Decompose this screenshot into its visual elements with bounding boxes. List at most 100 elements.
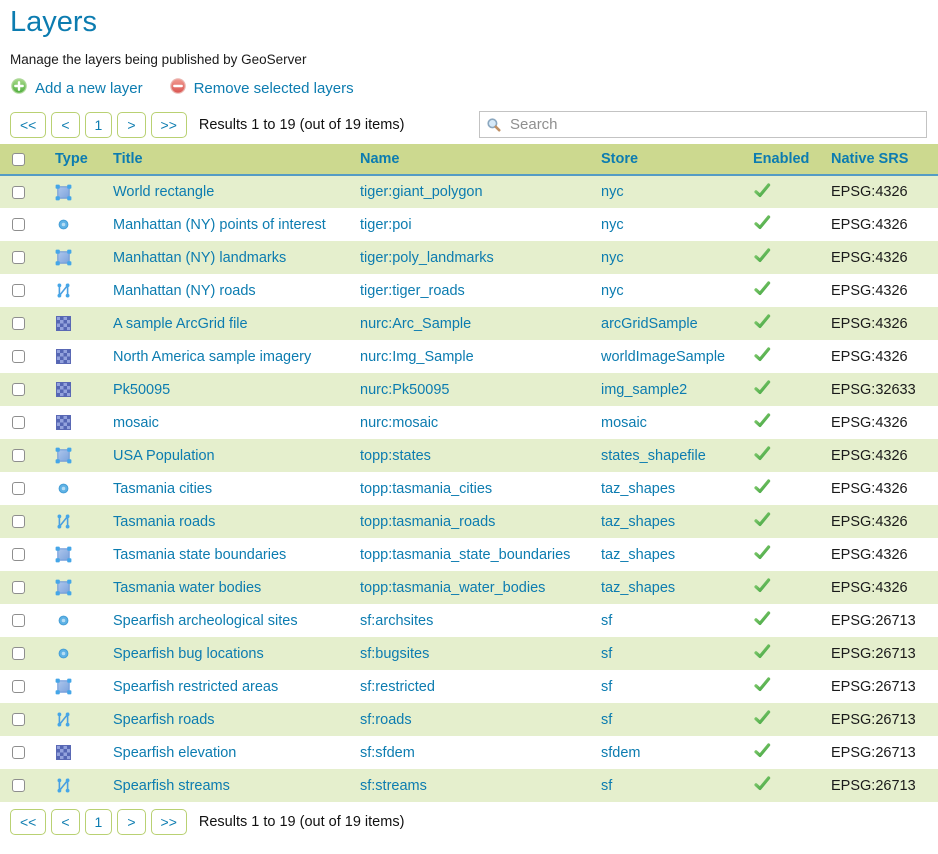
- row-checkbox[interactable]: [12, 614, 25, 627]
- layer-title-link[interactable]: Tasmania state boundaries: [113, 547, 286, 563]
- layer-title-cell: Pk50095: [105, 373, 352, 406]
- layer-name-link[interactable]: topp:tasmania_cities: [360, 481, 492, 497]
- layer-store-link[interactable]: arcGridSample: [601, 316, 698, 332]
- layer-name-link[interactable]: tiger:tiger_roads: [360, 283, 465, 299]
- row-checkbox[interactable]: [12, 515, 25, 528]
- layer-name-link[interactable]: tiger:poi: [360, 217, 412, 233]
- row-checkbox[interactable]: [12, 449, 25, 462]
- layer-name-link[interactable]: nurc:Img_Sample: [360, 349, 474, 365]
- layer-title-link[interactable]: Tasmania cities: [113, 481, 212, 497]
- layer-name-link[interactable]: topp:tasmania_water_bodies: [360, 580, 545, 596]
- layer-store-link[interactable]: sf: [601, 613, 612, 629]
- layer-store-link[interactable]: worldImageSample: [601, 349, 725, 365]
- layer-store-link[interactable]: states_shapefile: [601, 448, 706, 464]
- line-type-icon: [55, 777, 72, 794]
- layer-title-link[interactable]: North America sample imagery: [113, 349, 311, 365]
- layer-title-link[interactable]: Manhattan (NY) landmarks: [113, 250, 286, 266]
- layer-name-link[interactable]: sf:restricted: [360, 679, 435, 695]
- column-header-enabled[interactable]: Enabled: [745, 144, 823, 175]
- layer-title-link[interactable]: Manhattan (NY) roads: [113, 283, 256, 299]
- layer-name-link[interactable]: tiger:poly_landmarks: [360, 250, 494, 266]
- layer-name-link[interactable]: nurc:Arc_Sample: [360, 316, 471, 332]
- row-checkbox[interactable]: [12, 581, 25, 594]
- column-header-store[interactable]: Store: [593, 144, 745, 175]
- pager-last-button[interactable]: >>: [151, 809, 187, 835]
- row-checkbox[interactable]: [12, 317, 25, 330]
- layer-store-link[interactable]: mosaic: [601, 415, 647, 431]
- column-header-title[interactable]: Title: [105, 144, 352, 175]
- layer-title-link[interactable]: Spearfish bug locations: [113, 646, 264, 662]
- remove-selected-layers-link[interactable]: Remove selected layers: [169, 77, 354, 99]
- layer-title-link[interactable]: Spearfish streams: [113, 778, 230, 794]
- layer-name-link[interactable]: nurc:Pk50095: [360, 382, 449, 398]
- row-checkbox[interactable]: [12, 779, 25, 792]
- layer-store-link[interactable]: sfdem: [601, 745, 641, 761]
- layer-store-link[interactable]: nyc: [601, 217, 624, 233]
- layer-store-link[interactable]: sf: [601, 646, 612, 662]
- layer-title-link[interactable]: Pk50095: [113, 382, 170, 398]
- line-type-icon: [55, 513, 72, 530]
- layer-store-link[interactable]: sf: [601, 712, 612, 728]
- row-checkbox[interactable]: [12, 350, 25, 363]
- row-checkbox[interactable]: [12, 383, 25, 396]
- layer-store-link[interactable]: nyc: [601, 283, 624, 299]
- layer-name-link[interactable]: topp:states: [360, 448, 431, 464]
- layer-title-link[interactable]: Manhattan (NY) points of interest: [113, 217, 326, 233]
- row-checkbox[interactable]: [12, 218, 25, 231]
- pager-page-button[interactable]: 1: [85, 809, 113, 835]
- pager-first-button[interactable]: <<: [10, 112, 46, 138]
- layer-name-link[interactable]: tiger:giant_polygon: [360, 184, 483, 200]
- layer-name-link[interactable]: sf:sfdem: [360, 745, 415, 761]
- layer-store-link[interactable]: nyc: [601, 184, 624, 200]
- column-header-name[interactable]: Name: [352, 144, 593, 175]
- layer-store-link[interactable]: taz_shapes: [601, 547, 675, 563]
- layer-name-link[interactable]: sf:roads: [360, 712, 412, 728]
- layer-store-link[interactable]: nyc: [601, 250, 624, 266]
- layer-name-link[interactable]: nurc:mosaic: [360, 415, 438, 431]
- row-checkbox[interactable]: [12, 746, 25, 759]
- layer-title-link[interactable]: mosaic: [113, 415, 159, 431]
- row-checkbox[interactable]: [12, 548, 25, 561]
- row-checkbox[interactable]: [12, 680, 25, 693]
- pager-last-button[interactable]: >>: [151, 112, 187, 138]
- pager-page-button[interactable]: 1: [85, 112, 113, 138]
- layer-store-link[interactable]: taz_shapes: [601, 481, 675, 497]
- layer-type-cell: [47, 208, 105, 241]
- pager-next-button[interactable]: >: [117, 809, 145, 835]
- layer-name-link[interactable]: sf:archsites: [360, 613, 433, 629]
- layer-title-link[interactable]: A sample ArcGrid file: [113, 316, 248, 332]
- layer-title-link[interactable]: Spearfish archeological sites: [113, 613, 298, 629]
- column-header-type[interactable]: Type: [47, 144, 105, 175]
- pager-first-button[interactable]: <<: [10, 809, 46, 835]
- layer-name-link[interactable]: sf:streams: [360, 778, 427, 794]
- search-input[interactable]: [479, 111, 927, 138]
- layer-store-link[interactable]: img_sample2: [601, 382, 687, 398]
- layer-title-link[interactable]: Spearfish elevation: [113, 745, 236, 761]
- layer-store-link[interactable]: taz_shapes: [601, 514, 675, 530]
- layer-name-link[interactable]: sf:bugsites: [360, 646, 429, 662]
- layer-store-link[interactable]: sf: [601, 778, 612, 794]
- row-checkbox[interactable]: [12, 713, 25, 726]
- layer-title-link[interactable]: World rectangle: [113, 184, 214, 200]
- layer-name-link[interactable]: topp:tasmania_state_boundaries: [360, 547, 570, 563]
- layer-store-link[interactable]: sf: [601, 679, 612, 695]
- add-new-layer-link[interactable]: Add a new layer: [10, 77, 143, 99]
- row-checkbox[interactable]: [12, 416, 25, 429]
- pager-next-button[interactable]: >: [117, 112, 145, 138]
- row-checkbox[interactable]: [12, 284, 25, 297]
- layer-title-link[interactable]: Spearfish roads: [113, 712, 215, 728]
- row-checkbox[interactable]: [12, 186, 25, 199]
- layer-title-link[interactable]: Tasmania roads: [113, 514, 215, 530]
- column-header-native-srs[interactable]: Native SRS: [823, 144, 938, 175]
- pager-prev-button[interactable]: <: [51, 112, 79, 138]
- row-checkbox[interactable]: [12, 251, 25, 264]
- row-checkbox[interactable]: [12, 482, 25, 495]
- select-all-checkbox[interactable]: [12, 153, 25, 166]
- layer-title-link[interactable]: USA Population: [113, 448, 215, 464]
- layer-name-link[interactable]: topp:tasmania_roads: [360, 514, 495, 530]
- pager-prev-button[interactable]: <: [51, 809, 79, 835]
- row-checkbox[interactable]: [12, 647, 25, 660]
- layer-title-link[interactable]: Tasmania water bodies: [113, 580, 261, 596]
- layer-store-link[interactable]: taz_shapes: [601, 580, 675, 596]
- layer-title-link[interactable]: Spearfish restricted areas: [113, 679, 278, 695]
